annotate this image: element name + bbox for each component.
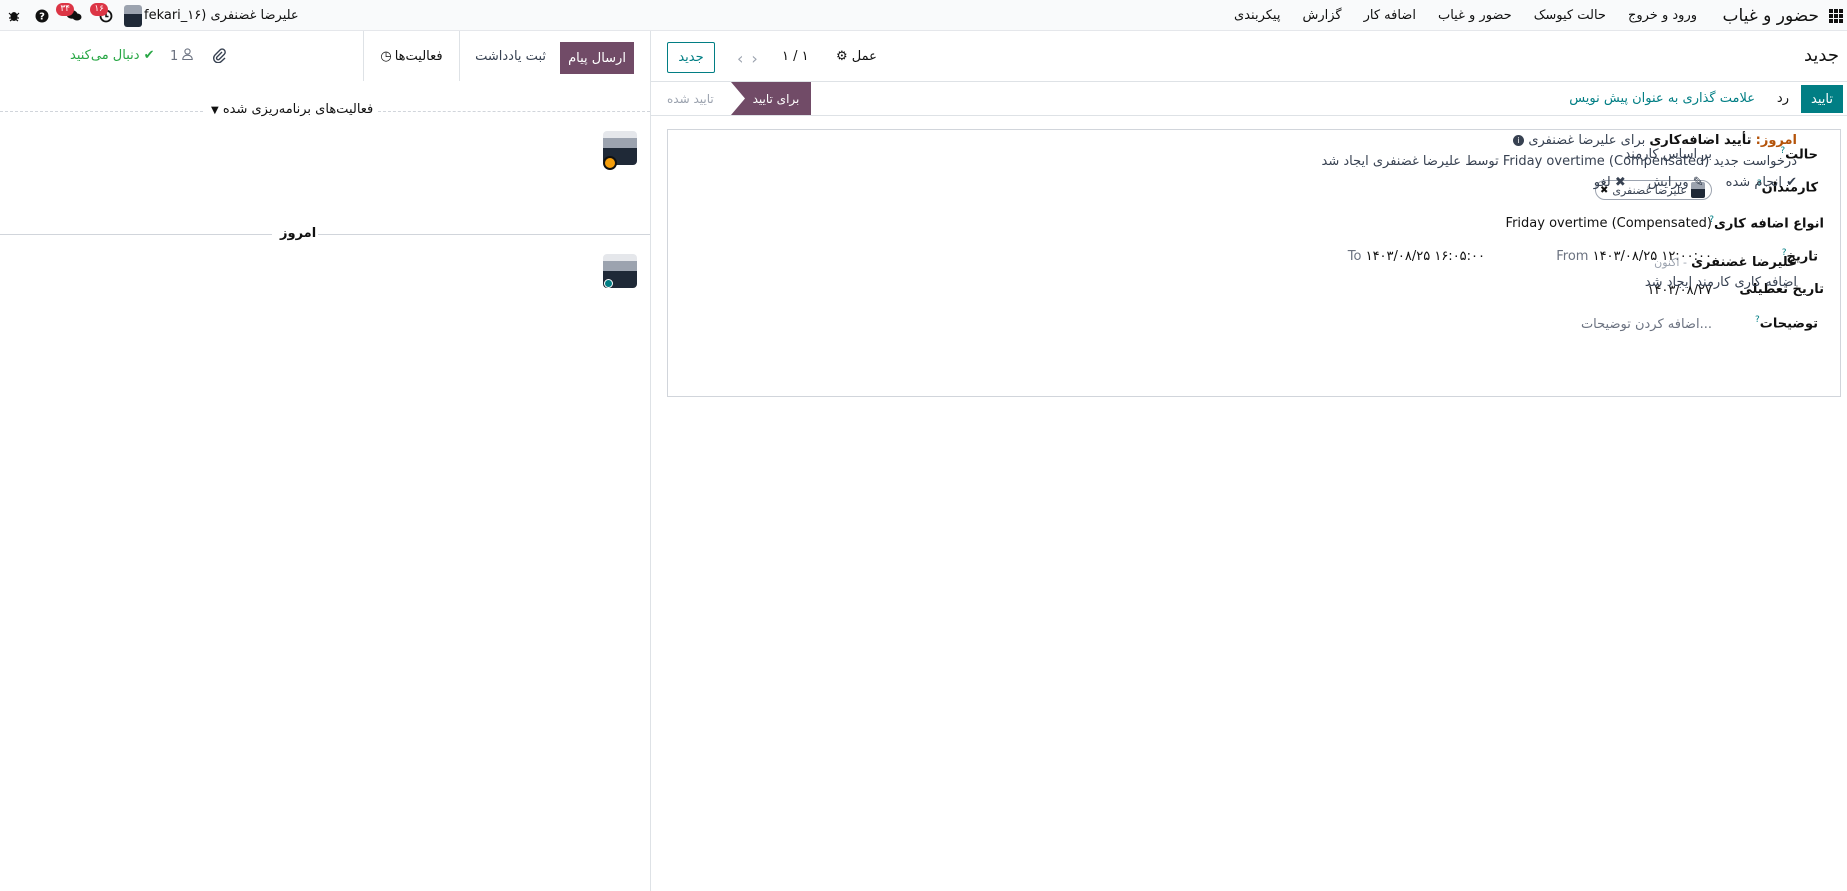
chatter-topbar: ارسال پیام ثبت یادداشت ◷ فعالیت‌ها 1 ✔ د… — [0, 31, 650, 82]
activity-assignee: برای علیرضا غضنفری — [1528, 133, 1646, 148]
date-from-prefix: From — [1556, 249, 1589, 264]
mark-draft-button[interactable]: علامت گذاری به عنوان پیش نویس — [1569, 91, 1755, 106]
help-icon: ? — [35, 9, 49, 22]
user-menu-label[interactable]: علیرضا غضنفری (fekari_۱۶ — [142, 8, 301, 23]
mark-done-button[interactable]: ✔ انجام شده — [1726, 175, 1797, 190]
info-icon[interactable]: i — [1513, 135, 1525, 146]
description-field[interactable]: اضافه کردن توضیحات... — [1581, 317, 1712, 332]
activity-type-badge — [603, 156, 617, 170]
menu-item-reporting[interactable]: گزارش — [1302, 8, 1341, 23]
menu-item-kiosk-mode[interactable]: حالت کیوسک — [1534, 8, 1606, 23]
divider-line — [0, 111, 203, 112]
activities-label: فعالیت‌ها — [394, 48, 443, 64]
paperclip-icon[interactable] — [212, 48, 226, 67]
check-icon: ✔ — [143, 48, 155, 63]
message-body: اضافه کاری کارمند ایجاد شد — [1644, 275, 1797, 290]
date-to-group: To ۱۴۰۳/۰۸/۲۵ ۱۶:۰۵:۰۰ — [1348, 249, 1485, 264]
log-note-button[interactable]: ثبت یادداشت — [475, 49, 546, 64]
activity-count-badge: ۱۶ — [90, 3, 108, 16]
divider-line — [318, 234, 650, 235]
activity-menu[interactable]: ۱۶ — [90, 0, 120, 31]
send-message-button[interactable]: ارسال پیام — [560, 42, 634, 74]
systray: علیرضا غضنفری (fekari_۱۶ ۱۶ ۳۴ ? — [0, 0, 301, 31]
messaging-menu[interactable]: ۳۴ — [56, 0, 92, 31]
clock-outline-icon: ◷ — [380, 48, 392, 64]
scheduled-activities-header[interactable]: فعالیت‌های برنامه‌ریزی شده ▼ — [0, 102, 650, 120]
pager-next-icon[interactable]: › — [751, 49, 765, 68]
follow-button[interactable]: ✔ دنبال می‌کنید — [70, 48, 155, 63]
activity-summary: تأیید اضافه‌کاری — [1649, 133, 1752, 148]
pager-previous-icon[interactable]: ‹ — [737, 49, 751, 68]
date-separator: امروز — [0, 226, 650, 242]
message-time: - اکنون — [1654, 256, 1687, 269]
pager-arrows: ‹› — [737, 49, 766, 68]
scheduled-activities-title: فعالیت‌های برنامه‌ریزی شده ▼ — [211, 102, 374, 117]
help-button[interactable]: ? — [28, 0, 56, 31]
activity-actions: ✔ انجام شده ✎ ویرایش ✖ لغو — [1594, 175, 1797, 190]
activity-due-today: امروز: — [1755, 133, 1797, 148]
menu-item-check-in-out[interactable]: ورود و خروج — [1628, 8, 1697, 23]
cancel-activity-button[interactable]: ✖ لغو — [1594, 175, 1626, 190]
message-header: علیرضا غضنفری - اکنون — [1654, 255, 1797, 270]
pencil-icon: ✎ — [1692, 175, 1704, 190]
top-navbar: حضور و غیاب ورود و خروج حالت کیوسک حضور … — [0, 0, 1847, 31]
action-label: عمل — [851, 49, 877, 64]
activities-button[interactable]: ◷ فعالیت‌ها — [363, 31, 460, 81]
activity-note: درخواست جدید Friday overtime (Compensate… — [1321, 154, 1798, 169]
menu-item-attendance[interactable]: حضور و غیاب — [1438, 8, 1512, 23]
action-menu-button[interactable]: ⚙ عمل — [836, 49, 877, 64]
messages-count-badge: ۳۴ — [56, 3, 74, 16]
pager-value[interactable]: ۱ / ۱ — [782, 49, 809, 64]
main-menu: ورود و خروج حالت کیوسک حضور و غیاب اضافه… — [1234, 0, 1697, 31]
stage-approved[interactable]: تایید شده — [667, 92, 714, 106]
stage-to-approve[interactable]: برای تایید — [731, 82, 811, 115]
check-icon: ✔ — [1786, 175, 1797, 190]
activity-header: امروز: تأیید اضافه‌کاری برای علیرضا غضنف… — [1513, 133, 1797, 148]
date-separator-label: امروز — [280, 226, 317, 241]
menu-item-overtime[interactable]: اضافه کار — [1364, 8, 1416, 23]
form-statusbar: تایید رد علامت گذاری به عنوان پیش نویس ب… — [651, 82, 1847, 116]
overtime-type-value[interactable]: Friday overtime (Compensated) — [1506, 216, 1712, 231]
online-status-dot — [604, 279, 613, 288]
refuse-button[interactable]: رد — [1777, 91, 1789, 106]
new-record-button[interactable]: جدید — [667, 42, 715, 73]
followers-button[interactable]: 1 — [170, 48, 194, 64]
date-to-value[interactable]: ۱۴۰۳/۰۸/۲۵ ۱۶:۰۵:۰۰ — [1366, 249, 1485, 264]
divider-line — [0, 234, 272, 235]
bug-icon — [8, 12, 20, 22]
debug-button[interactable] — [0, 0, 28, 31]
confirm-button[interactable]: تایید — [1801, 85, 1843, 113]
user-avatar[interactable] — [124, 4, 142, 27]
caret-down-icon: ▼ — [211, 105, 219, 116]
svg-text:?: ? — [39, 11, 45, 22]
menu-item-configuration[interactable]: پیکربندی — [1234, 8, 1280, 23]
close-icon: ✖ — [1614, 175, 1626, 190]
overtime-type-label: ?انواع اضافه کاری — [1709, 215, 1824, 232]
message-author[interactable]: علیرضا غضنفری — [1691, 255, 1797, 270]
follow-label: دنبال می‌کنید — [70, 48, 140, 63]
edit-activity-button[interactable]: ✎ ویرایش — [1648, 175, 1704, 190]
gear-icon: ⚙ — [836, 49, 848, 64]
description-label: ?توضیحات — [1755, 315, 1818, 332]
followers-count: 1 — [170, 49, 179, 64]
control-panel: جدید جدید ‹› ۱ / ۱ ⚙ عمل — [651, 31, 1847, 82]
chatter-divider — [650, 31, 651, 891]
divider-line — [378, 111, 650, 112]
date-to-prefix: To — [1347, 249, 1362, 264]
apps-grid-icon[interactable] — [1825, 0, 1847, 31]
app-brand[interactable]: حضور و غیاب — [1723, 0, 1819, 31]
user-icon — [182, 48, 194, 61]
breadcrumb-title: جدید — [1803, 45, 1839, 66]
